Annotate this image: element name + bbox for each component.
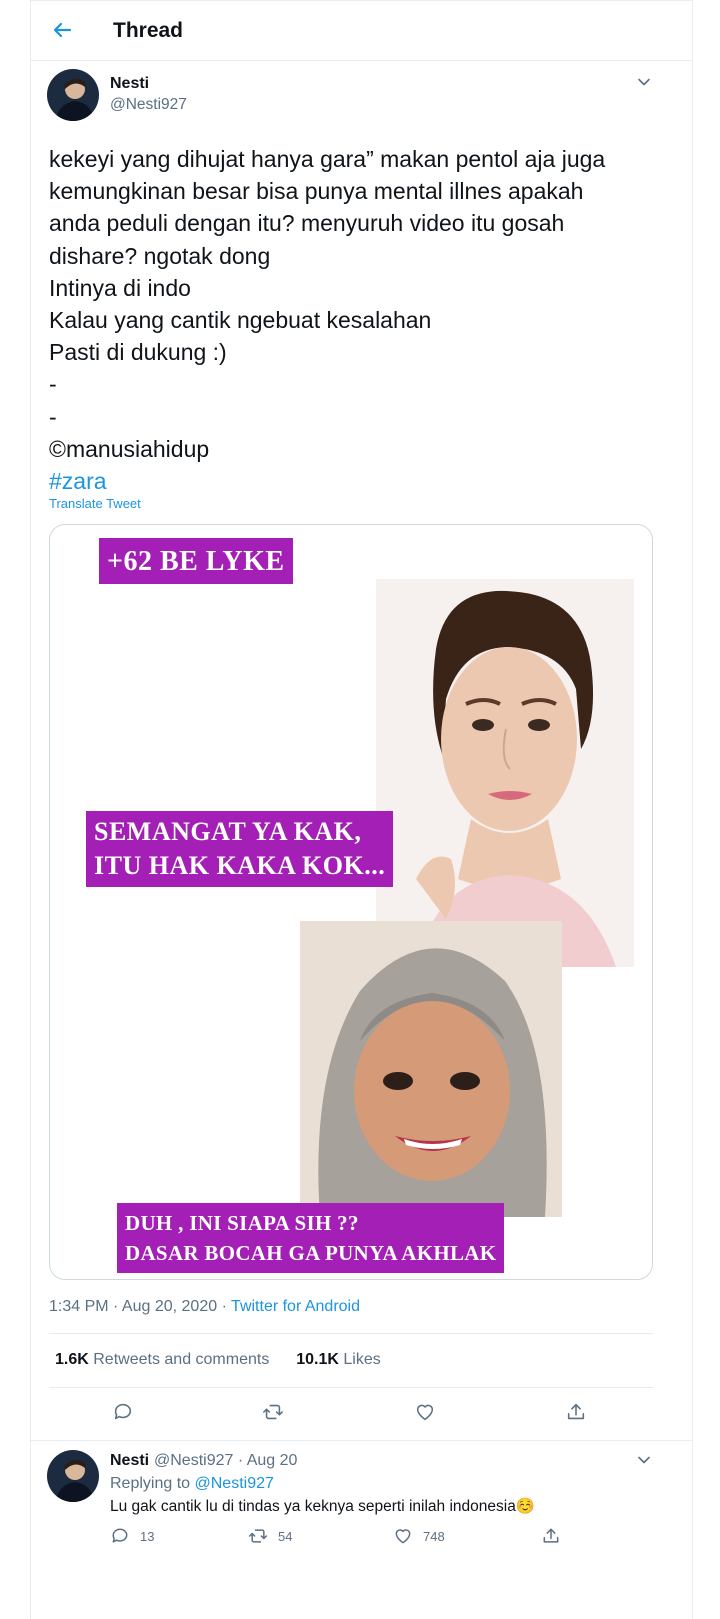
tweet-stats: 1.6K Retweets and comments 10.1K Likes [55, 1351, 381, 1369]
reply-share-action[interactable] [541, 1526, 571, 1546]
meme-label-line: SEMANGAT YA KAK, [94, 817, 362, 846]
retweets-label: Retweets and comments [93, 1351, 270, 1368]
share-icon[interactable] [565, 1401, 587, 1423]
tweet-line: ©manusiahidup [49, 435, 210, 462]
chevron-down-icon[interactable] [636, 1452, 652, 1468]
hijab-photo [300, 921, 562, 1217]
reply-text: Lu gak cantik lu di tindas ya keknya sep… [110, 1498, 536, 1515]
like-icon [395, 1529, 411, 1544]
retweets-stat[interactable]: 1.6K Retweets and comments [55, 1351, 269, 1368]
reply-retweet-action[interactable]: 54 [248, 1526, 292, 1546]
like-icon[interactable] [414, 1401, 436, 1423]
divider [49, 1387, 653, 1388]
thread-header: Thread [31, 1, 692, 61]
likes-count: 10.1K [296, 1351, 339, 1368]
reply-author-name[interactable]: Nesti [110, 1452, 149, 1470]
reply-count: 13 [140, 1528, 155, 1544]
replying-prefix: Replying to [110, 1475, 195, 1492]
tweet-line: - [49, 403, 57, 430]
meme-label-line: ITU HAK KAKA KOK... [94, 851, 386, 880]
translate-tweet-link[interactable]: Translate Tweet [49, 496, 141, 511]
reply-icon [112, 1528, 128, 1543]
thread-column: Thread Nesti @Nesti927 kekeyi yang dihuj… [30, 0, 693, 1619]
retweets-count: 1.6K [55, 1351, 89, 1368]
likes-stat[interactable]: 10.1K Likes [296, 1351, 381, 1368]
reply-author-meta[interactable]: @Nesti927 · Aug 20 [154, 1452, 297, 1470]
retweet-icon[interactable] [262, 1401, 284, 1423]
meme-label-top: +62 BE LYKE [99, 538, 293, 584]
page-title: Thread [113, 19, 184, 42]
like-count: 748 [423, 1528, 445, 1544]
arrow-left-icon[interactable] [50, 18, 74, 42]
tweet-timestamp: 1:34 PM · Aug 20, 2020 · Twitter for And… [49, 1298, 360, 1316]
meme-label-line: DASAR BOCAH GA PUNYA AKHLAK [125, 1241, 497, 1265]
reply-reply-action[interactable]: 13 [110, 1526, 154, 1546]
share-icon [543, 1528, 559, 1543]
retweet-count: 54 [278, 1528, 293, 1544]
tweet-media[interactable]: +62 BE LYKE SEMANGAT YA KAK, ITU HAK KAK… [49, 524, 653, 1280]
tweet-line: anda peduli dengan itu? menyuruh video i… [49, 210, 565, 237]
avatar[interactable] [47, 1450, 99, 1502]
tweet-line: - [49, 371, 57, 398]
replying-handle-link[interactable]: @Nesti927 [195, 1475, 274, 1492]
tweet-time[interactable]: 1:34 PM · Aug 20, 2020 · [49, 1298, 231, 1315]
tweet-line: Intinya di indo [49, 274, 191, 301]
author-handle[interactable]: @Nesti927 [110, 96, 187, 114]
tweet-line: kekeyi yang dihujat hanya gara” makan pe… [49, 146, 606, 172]
meme-label-bottom: DUH , INI SIAPA SIH ?? DASAR BOCAH GA PU… [117, 1203, 505, 1273]
reply-like-action[interactable]: 748 [393, 1526, 445, 1546]
tweet-line: dishare? ngotak dong [49, 242, 271, 269]
author-name[interactable]: Nesti [110, 75, 149, 93]
tweet-text: kekeyi yang dihujat hanya gara” makan pe… [49, 143, 669, 497]
woman-photo [376, 579, 634, 967]
tweet-line: Kalau yang cantik ngebuat kesalahan [49, 307, 432, 334]
meme-label-middle: SEMANGAT YA KAK, ITU HAK KAKA KOK... [86, 811, 394, 887]
divider [49, 1333, 653, 1334]
meme-label-line: DUH , INI SIAPA SIH ?? [125, 1211, 359, 1235]
retweet-icon [248, 1529, 268, 1543]
replying-to: Replying to @Nesti927 [110, 1475, 274, 1493]
tweet-line: Pasti di dukung :) [49, 339, 227, 366]
avatar[interactable] [47, 69, 99, 121]
reply-icon[interactable] [112, 1401, 134, 1423]
chevron-down-icon[interactable] [636, 74, 652, 90]
divider [31, 1440, 692, 1441]
likes-label: Likes [343, 1351, 381, 1368]
hashtag-link[interactable]: #zara [49, 465, 669, 497]
tweet-line: kemungkinan besar bisa punya mental illn… [49, 178, 584, 205]
tweet-source-link[interactable]: Twitter for Android [231, 1298, 360, 1315]
